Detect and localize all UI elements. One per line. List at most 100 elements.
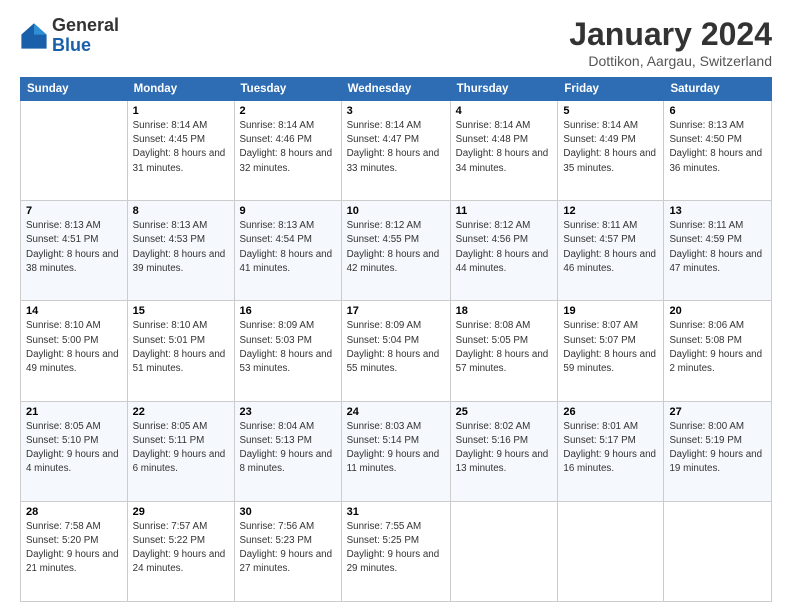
table-row: 31 Sunrise: 7:55 AM Sunset: 5:25 PM Dayli… <box>341 501 450 601</box>
day-number: 2 <box>240 105 336 117</box>
day-number: 20 <box>669 305 766 317</box>
subtitle: Dottikon, Aargau, Switzerland <box>569 53 772 69</box>
col-tuesday: Tuesday <box>234 78 341 101</box>
table-row: 21 Sunrise: 8:05 AM Sunset: 5:10 PM Dayli… <box>21 401 128 501</box>
table-row: 9 Sunrise: 8:13 AM Sunset: 4:54 PM Daylig… <box>234 201 341 301</box>
day-info: Sunrise: 8:11 AM Sunset: 4:59 PM Dayligh… <box>669 219 766 276</box>
day-number: 8 <box>133 205 229 217</box>
day-info: Sunrise: 8:12 AM Sunset: 4:55 PM Dayligh… <box>347 219 445 276</box>
day-info: Sunrise: 8:07 AM Sunset: 5:07 PM Dayligh… <box>563 319 658 376</box>
col-friday: Friday <box>558 78 664 101</box>
table-row <box>664 501 772 601</box>
calendar-week-1: 1 Sunrise: 8:14 AM Sunset: 4:45 PM Daylig… <box>21 101 772 201</box>
table-row: 1 Sunrise: 8:14 AM Sunset: 4:45 PM Daylig… <box>127 101 234 201</box>
table-row: 11 Sunrise: 8:12 AM Sunset: 4:56 PM Dayli… <box>450 201 558 301</box>
calendar-week-2: 7Sunrise: 8:13 AM Sunset: 4:51 PM Daylig… <box>21 201 772 301</box>
table-row <box>21 101 128 201</box>
day-info: Sunrise: 8:02 AM Sunset: 5:16 PM Dayligh… <box>456 420 553 477</box>
table-row: 2 Sunrise: 8:14 AM Sunset: 4:46 PM Daylig… <box>234 101 341 201</box>
day-info: Sunrise: 8:03 AM Sunset: 5:14 PM Dayligh… <box>347 420 445 477</box>
day-number: 19 <box>563 305 658 317</box>
day-info: Sunrise: 8:13 AM Sunset: 4:53 PM Dayligh… <box>133 219 229 276</box>
day-info: Sunrise: 8:12 AM Sunset: 4:56 PM Dayligh… <box>456 219 553 276</box>
calendar-week-5: 28Sunrise: 7:58 AM Sunset: 5:20 PM Dayli… <box>21 501 772 601</box>
day-number: 17 <box>347 305 445 317</box>
col-saturday: Saturday <box>664 78 772 101</box>
col-monday: Monday <box>127 78 234 101</box>
day-info: Sunrise: 8:05 AM Sunset: 5:11 PM Dayligh… <box>133 420 229 477</box>
day-number: 18 <box>456 305 553 317</box>
day-info: Sunrise: 8:14 AM Sunset: 4:45 PM Dayligh… <box>133 119 229 176</box>
logo-icon <box>20 22 48 50</box>
table-row: 14Sunrise: 8:10 AM Sunset: 5:00 PM Dayli… <box>21 301 128 401</box>
day-info: Sunrise: 8:14 AM Sunset: 4:46 PM Dayligh… <box>240 119 336 176</box>
table-row: 23Sunrise: 8:04 AM Sunset: 5:13 PM Dayli… <box>234 401 341 501</box>
day-info: Sunrise: 8:05 AM Sunset: 5:10 PM Dayligh… <box>26 420 122 477</box>
main-title: January 2024 <box>569 16 772 53</box>
table-row: 3 Sunrise: 8:14 AM Sunset: 4:47 PM Daylig… <box>341 101 450 201</box>
day-number: 6 <box>669 105 766 117</box>
day-number: 30 <box>240 506 336 518</box>
day-info: Sunrise: 8:14 AM Sunset: 4:49 PM Dayligh… <box>563 119 658 176</box>
table-row: 10 Sunrise: 8:12 AM Sunset: 4:55 PM Dayli… <box>341 201 450 301</box>
table-row: 6 Sunrise: 8:13 AM Sunset: 4:50 PM Daylig… <box>664 101 772 201</box>
table-row: 24 Sunrise: 8:03 AM Sunset: 5:14 PM Dayli… <box>341 401 450 501</box>
col-thursday: Thursday <box>450 78 558 101</box>
day-number: 15 <box>133 305 229 317</box>
table-row: 29Sunrise: 7:57 AM Sunset: 5:22 PM Dayli… <box>127 501 234 601</box>
logo-blue: Blue <box>52 35 91 55</box>
table-row <box>450 501 558 601</box>
logo: General Blue <box>20 16 119 56</box>
logo-text: General Blue <box>52 16 119 56</box>
day-number: 5 <box>563 105 658 117</box>
day-number: 11 <box>456 205 553 217</box>
day-info: Sunrise: 8:01 AM Sunset: 5:17 PM Dayligh… <box>563 420 658 477</box>
day-info: Sunrise: 7:56 AM Sunset: 5:23 PM Dayligh… <box>240 520 336 577</box>
day-number: 24 <box>347 406 445 418</box>
day-info: Sunrise: 8:04 AM Sunset: 5:13 PM Dayligh… <box>240 420 336 477</box>
day-info: Sunrise: 8:06 AM Sunset: 5:08 PM Dayligh… <box>669 319 766 376</box>
table-row: 16Sunrise: 8:09 AM Sunset: 5:03 PM Dayli… <box>234 301 341 401</box>
day-info: Sunrise: 8:14 AM Sunset: 4:47 PM Dayligh… <box>347 119 445 176</box>
day-info: Sunrise: 8:11 AM Sunset: 4:57 PM Dayligh… <box>563 219 658 276</box>
table-row: 12 Sunrise: 8:11 AM Sunset: 4:57 PM Dayli… <box>558 201 664 301</box>
day-info: Sunrise: 8:13 AM Sunset: 4:50 PM Dayligh… <box>669 119 766 176</box>
table-row: 22 Sunrise: 8:05 AM Sunset: 5:11 PM Dayli… <box>127 401 234 501</box>
day-info: Sunrise: 8:08 AM Sunset: 5:05 PM Dayligh… <box>456 319 553 376</box>
day-number: 22 <box>133 406 229 418</box>
day-info: Sunrise: 8:09 AM Sunset: 5:04 PM Dayligh… <box>347 319 445 376</box>
day-info: Sunrise: 8:10 AM Sunset: 5:01 PM Dayligh… <box>133 319 229 376</box>
day-number: 7 <box>26 205 122 217</box>
page: General Blue January 2024 Dottikon, Aarg… <box>0 0 792 612</box>
col-sunday: Sunday <box>21 78 128 101</box>
logo-general: General <box>52 15 119 35</box>
calendar-week-4: 21 Sunrise: 8:05 AM Sunset: 5:10 PM Dayli… <box>21 401 772 501</box>
table-row: 26Sunrise: 8:01 AM Sunset: 5:17 PM Dayli… <box>558 401 664 501</box>
calendar-header-row: Sunday Monday Tuesday Wednesday Thursday… <box>21 78 772 101</box>
day-number: 25 <box>456 406 553 418</box>
day-info: Sunrise: 8:00 AM Sunset: 5:19 PM Dayligh… <box>669 420 766 477</box>
table-row: 13 Sunrise: 8:11 AM Sunset: 4:59 PM Dayli… <box>664 201 772 301</box>
day-number: 13 <box>669 205 766 217</box>
day-number: 27 <box>669 406 766 418</box>
day-info: Sunrise: 7:57 AM Sunset: 5:22 PM Dayligh… <box>133 520 229 577</box>
day-info: Sunrise: 8:13 AM Sunset: 4:54 PM Dayligh… <box>240 219 336 276</box>
day-number: 4 <box>456 105 553 117</box>
day-number: 31 <box>347 506 445 518</box>
day-info: Sunrise: 8:14 AM Sunset: 4:48 PM Dayligh… <box>456 119 553 176</box>
table-row: 25 Sunrise: 8:02 AM Sunset: 5:16 PM Dayli… <box>450 401 558 501</box>
col-wednesday: Wednesday <box>341 78 450 101</box>
table-row: 18 Sunrise: 8:08 AM Sunset: 5:05 PM Dayli… <box>450 301 558 401</box>
table-row: 28Sunrise: 7:58 AM Sunset: 5:20 PM Dayli… <box>21 501 128 601</box>
calendar-table: Sunday Monday Tuesday Wednesday Thursday… <box>20 77 772 602</box>
title-block: January 2024 Dottikon, Aargau, Switzerla… <box>569 16 772 69</box>
day-info: Sunrise: 7:55 AM Sunset: 5:25 PM Dayligh… <box>347 520 445 577</box>
day-number: 3 <box>347 105 445 117</box>
day-number: 16 <box>240 305 336 317</box>
day-number: 9 <box>240 205 336 217</box>
day-number: 10 <box>347 205 445 217</box>
day-number: 12 <box>563 205 658 217</box>
table-row: 15 Sunrise: 8:10 AM Sunset: 5:01 PM Dayli… <box>127 301 234 401</box>
day-number: 1 <box>133 105 229 117</box>
day-number: 21 <box>26 406 122 418</box>
